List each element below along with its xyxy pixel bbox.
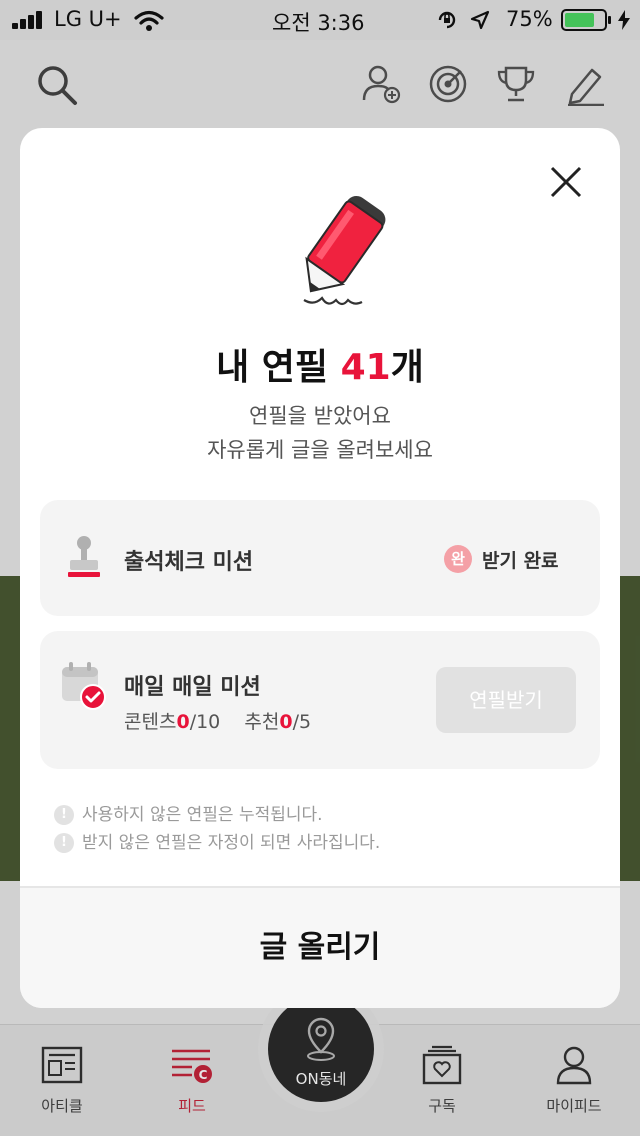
notice-text: 받지 않은 연필은 자정이 되면 사라집니다. — [82, 833, 381, 853]
content-total: /10 — [189, 711, 221, 733]
attendance-mission-card: 출석체크 미션 완 받기 완료 — [40, 500, 600, 616]
notice-accumulate: ! 사용하지 않은 연필은 누적됩니다. — [54, 800, 323, 825]
title-prefix: 내 연필 — [216, 347, 341, 388]
recommend-total: /5 — [292, 711, 312, 733]
stamp-icon — [68, 536, 100, 577]
mission-progress: 콘텐츠0/10 추천0/5 — [124, 707, 311, 734]
recommend-label: 추천 — [244, 711, 280, 733]
content-label: 콘텐츠 — [124, 711, 177, 733]
notice-icon: ! — [54, 833, 74, 853]
write-post-button[interactable]: 글 올리기 — [20, 888, 620, 1008]
pencil-illustration — [303, 196, 386, 306]
title-suffix: 개 — [390, 347, 424, 388]
daily-mission-title: 매일 매일 미션 — [124, 675, 261, 700]
subtitle-line-2: 자유롭게 글을 올려보세요 — [207, 438, 433, 462]
attendance-mission-title: 출석체크 미션 — [124, 550, 254, 575]
pencil-count-title: 내 연필 41개 — [20, 338, 620, 390]
subtitle-line-1: 연필을 받았어요 — [249, 404, 391, 428]
recommend-done: 0 — [279, 711, 293, 733]
received-status: 받기 완료 — [482, 550, 559, 572]
receive-pencil-button[interactable]: 연필받기 — [436, 667, 576, 733]
daily-mission-card: 매일 매일 미션 콘텐츠0/10 추천0/5 연필받기 — [40, 631, 600, 769]
close-icon[interactable] — [544, 160, 588, 204]
content-done: 0 — [176, 711, 190, 733]
notice-icon: ! — [54, 805, 74, 825]
notice-expire: ! 받지 않은 연필은 자정이 되면 사라집니다. — [54, 828, 380, 853]
pencil-reward-modal: 내 연필 41개 연필을 받았어요 자유롭게 글을 올려보세요 출석체크 미션 … — [20, 128, 620, 1008]
calendar-check-icon — [62, 662, 106, 710]
complete-badge: 완 — [444, 545, 472, 573]
notice-text: 사용하지 않은 연필은 누적됩니다. — [82, 805, 323, 825]
pencil-count: 41 — [340, 347, 391, 388]
